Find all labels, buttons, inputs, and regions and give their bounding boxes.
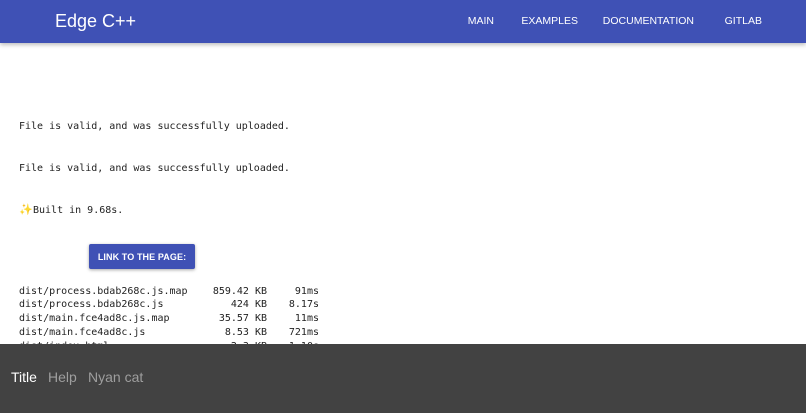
file-time: 721ms: [288, 326, 319, 338]
file-size: 424 KB: [230, 299, 267, 311]
footer-tab-help[interactable]: Help: [48, 368, 77, 386]
file-name: dist/main.fce4ad8c.js: [19, 326, 146, 338]
nav-gitlab[interactable]: GITLAB: [725, 15, 762, 27]
footer-tab-title[interactable]: Title: [11, 368, 37, 386]
file-row: dist/process.bdab268c.js 424 KB 8.17s: [19, 298, 319, 312]
file-size: 8.53 KB: [224, 326, 267, 338]
link-to-page-button[interactable]: LINK TO THE PAGE:: [89, 244, 195, 269]
upload-output: File is valid, and was successfully uplo…: [19, 93, 319, 367]
upload-status-line: File is valid, and was successfully uplo…: [19, 162, 290, 174]
file-row: dist/main.fce4ad8c.js 8.53 KB 721ms: [19, 326, 319, 340]
file-time: 8.17s: [288, 299, 319, 311]
build-time-text: Built in 9.68s.: [33, 204, 124, 216]
file-row: dist/main.fce4ad8c.js.map 35.57 KB 11ms: [19, 312, 319, 326]
nav-examples[interactable]: EXAMPLES: [521, 15, 578, 27]
build-time-line: ✨Built in 9.68s.: [19, 203, 319, 217]
brand-title[interactable]: Edge C++: [55, 10, 136, 32]
file-time: 11ms: [294, 313, 319, 325]
file-time: 91ms: [294, 285, 319, 297]
file-name: dist/process.bdab268c.js: [19, 299, 164, 311]
nav-documentation[interactable]: DOCUMENTATION: [603, 15, 694, 27]
top-app-bar: Edge C++ MAIN EXAMPLES DOCUMENTATION GIT…: [0, 0, 806, 43]
file-name: dist/main.fce4ad8c.js.map: [19, 313, 170, 325]
file-row: dist/process.bdab268c.js.map 859.42 KB 91m…: [19, 285, 319, 299]
file-size: 35.57 KB: [218, 313, 267, 325]
footer-tab-nyan-cat[interactable]: Nyan cat: [88, 368, 143, 386]
nav-main[interactable]: MAIN: [468, 15, 494, 27]
upload-status-line: File is valid, and was successfully uplo…: [19, 121, 290, 133]
footer-bar: Title Help Nyan cat: [0, 344, 806, 413]
sparkle-icon: ✨: [19, 202, 33, 216]
file-size: 859.42 KB: [212, 285, 267, 297]
file-list: dist/process.bdab268c.js.map 859.42 KB 91m…: [19, 285, 319, 353]
file-name: dist/process.bdab268c.js.map: [19, 285, 188, 297]
